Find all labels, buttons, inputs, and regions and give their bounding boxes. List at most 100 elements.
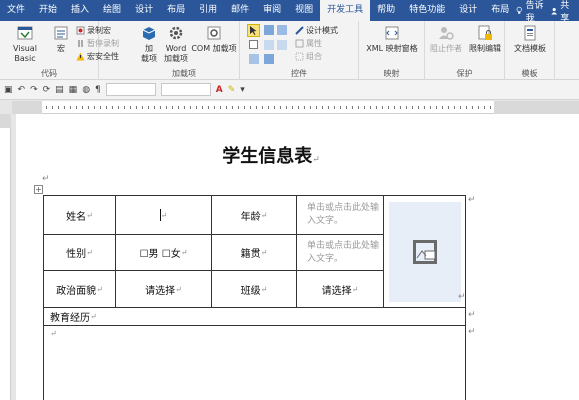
name-input-cell[interactable]: ↵ bbox=[115, 195, 212, 235]
row-end-mark: ↵ bbox=[468, 327, 476, 337]
tabbar-right: 告诉我 共享 bbox=[516, 0, 579, 24]
pause-recording-button[interactable]: 暂停录制 bbox=[76, 38, 119, 49]
ruler-tick bbox=[322, 106, 323, 109]
gender-checkbox-cell[interactable]: ☐男 ☐女 ↵ bbox=[115, 234, 212, 271]
tab-8[interactable]: 审阅 bbox=[256, 0, 288, 21]
tab-14[interactable]: 布局 bbox=[484, 0, 516, 21]
visual-basic-button[interactable]: Visual Basic bbox=[3, 24, 47, 64]
gear-icon bbox=[169, 26, 183, 40]
macros-button[interactable]: 宏 bbox=[51, 24, 71, 54]
photo-cell[interactable] bbox=[383, 195, 466, 308]
paragraph-mark: ↵ bbox=[42, 174, 50, 184]
macro-security-button[interactable]: 宏安全性 bbox=[76, 51, 119, 62]
class-dropdown-cell[interactable]: 请选择 ↵ bbox=[296, 270, 384, 308]
table-move-handle[interactable]: + bbox=[34, 185, 43, 194]
tab-0[interactable]: 文件 bbox=[0, 0, 32, 21]
ruler-tick bbox=[178, 106, 179, 109]
choose-item-dropdown[interactable]: 请选择 bbox=[145, 282, 175, 297]
vertical-ruler[interactable] bbox=[0, 114, 11, 400]
ruler-tick bbox=[358, 106, 359, 109]
control-combo-button[interactable] bbox=[264, 40, 274, 50]
age-input-cell[interactable]: 单击或点击此处输入文字。 bbox=[296, 195, 384, 235]
ruler-tick bbox=[226, 106, 227, 109]
style-combo[interactable] bbox=[105, 83, 156, 96]
ruler-tick bbox=[382, 106, 383, 109]
word-addins-button[interactable]: Word 加载项 bbox=[163, 24, 189, 64]
tab-7[interactable]: 邮件 bbox=[224, 0, 256, 21]
record-macro-button[interactable]: 录制宏 bbox=[76, 25, 111, 36]
ruler-tick bbox=[430, 106, 431, 109]
ruler-tick bbox=[400, 106, 401, 109]
document-page[interactable]: 学生信息表↵ ↵ + 姓名 ↵ ↵ 年龄 ↵ 单击或点击此处输入文字。 ↵ 性别 ↵ … bbox=[16, 114, 579, 400]
design-mode-button[interactable]: 设计模式 bbox=[295, 25, 338, 36]
document-template-button[interactable]: 文档模板 bbox=[509, 24, 551, 54]
ruler-tick bbox=[316, 106, 317, 109]
tab-5[interactable]: 布局 bbox=[160, 0, 192, 21]
control-plain-text-button[interactable] bbox=[264, 25, 274, 35]
group-button[interactable]: 组合 bbox=[295, 51, 322, 62]
repeat-icon[interactable]: ⟳ bbox=[43, 85, 51, 95]
tab-10[interactable]: 开发工具 bbox=[320, 0, 371, 21]
tab-4[interactable]: 设计 bbox=[128, 0, 160, 21]
properties-button[interactable]: 属性 bbox=[295, 38, 322, 49]
ruler-tick bbox=[298, 106, 299, 109]
photo-placeholder[interactable] bbox=[388, 201, 461, 302]
more-icon[interactable]: ▾ bbox=[240, 85, 245, 95]
control-picture-button[interactable] bbox=[249, 54, 259, 64]
document-title[interactable]: 学生信息表↵ bbox=[16, 142, 526, 168]
shapes-icon[interactable]: ◍ bbox=[82, 85, 90, 95]
horizontal-ruler[interactable] bbox=[12, 101, 579, 114]
tell-me[interactable]: 告诉我 bbox=[516, 0, 545, 24]
undo-icon[interactable]: ↶ bbox=[18, 85, 26, 95]
font-color-icon[interactable]: A bbox=[216, 85, 223, 95]
group-controls-label: 控件 bbox=[291, 69, 307, 78]
tables-icon[interactable]: ▦ bbox=[69, 85, 78, 95]
addins-label: 加 载项 bbox=[141, 44, 157, 63]
addins-button[interactable]: 加 载项 bbox=[137, 24, 161, 64]
tab-12[interactable]: 特色功能 bbox=[402, 0, 452, 21]
control-legacy-tools-button[interactable] bbox=[264, 54, 274, 64]
ruler-tick bbox=[262, 106, 263, 109]
political-dropdown-cell[interactable]: 请选择 ↵ bbox=[115, 270, 212, 308]
education-content-cell[interactable]: ↵ bbox=[43, 325, 466, 400]
move-handle-glyph: + bbox=[35, 185, 42, 194]
ruler-tick bbox=[406, 106, 407, 109]
control-checkbox-button[interactable] bbox=[249, 40, 259, 50]
tab-11[interactable]: 帮助 bbox=[370, 0, 402, 21]
com-addins-button[interactable]: COM 加载项 bbox=[190, 24, 238, 54]
share-button[interactable]: 共享 bbox=[551, 0, 573, 24]
highlight-icon[interactable]: ✎ bbox=[228, 85, 236, 95]
tab-1[interactable]: 开始 bbox=[32, 0, 64, 21]
ruler-tick bbox=[220, 106, 221, 109]
control-dropdown-button[interactable] bbox=[277, 40, 287, 50]
restrict-editing-button[interactable]: 限制编辑 bbox=[467, 24, 503, 54]
control-building-block-button[interactable] bbox=[277, 25, 287, 35]
ruler-tick bbox=[172, 106, 173, 109]
redo-icon[interactable]: ↷ bbox=[30, 85, 38, 95]
ruler-tick bbox=[88, 106, 89, 109]
paragraph-mark: ↵ bbox=[180, 248, 188, 257]
control-rich-text-button[interactable] bbox=[247, 24, 260, 37]
choose-item-dropdown[interactable]: 请选择 bbox=[322, 282, 352, 297]
lightbulb-icon bbox=[516, 6, 523, 14]
block-authors-button[interactable]: 阻止作者 bbox=[428, 24, 464, 54]
print-preview-icon[interactable]: ▤ bbox=[55, 85, 64, 95]
paragraph-icon[interactable]: ¶ bbox=[95, 85, 101, 95]
xml-mapping-pane-button[interactable]: XML 映射窗格 bbox=[361, 24, 423, 54]
ruler-tick bbox=[478, 106, 479, 109]
font-combo[interactable] bbox=[160, 83, 211, 96]
tab-13[interactable]: 设计 bbox=[452, 0, 484, 21]
ruler-tick bbox=[232, 106, 233, 109]
tab-9[interactable]: 视图 bbox=[288, 0, 320, 21]
gender-options[interactable]: ☐男 ☐女 bbox=[140, 245, 181, 260]
ruler-tick bbox=[274, 106, 275, 109]
paragraph-mark: ↵ bbox=[50, 329, 57, 338]
native-place-input-cell[interactable]: 单击或点击此处输入文字。 bbox=[296, 234, 384, 271]
ruler-tick bbox=[424, 106, 425, 109]
tab-3[interactable]: 绘图 bbox=[96, 0, 128, 21]
com-addins-label: COM 加载项 bbox=[191, 44, 237, 53]
tab-6[interactable]: 引用 bbox=[192, 0, 224, 21]
cell-name-label: 姓名 ↵ bbox=[43, 195, 116, 235]
save-icon[interactable]: ▣ bbox=[4, 85, 13, 95]
tab-2[interactable]: 插入 bbox=[64, 0, 96, 21]
